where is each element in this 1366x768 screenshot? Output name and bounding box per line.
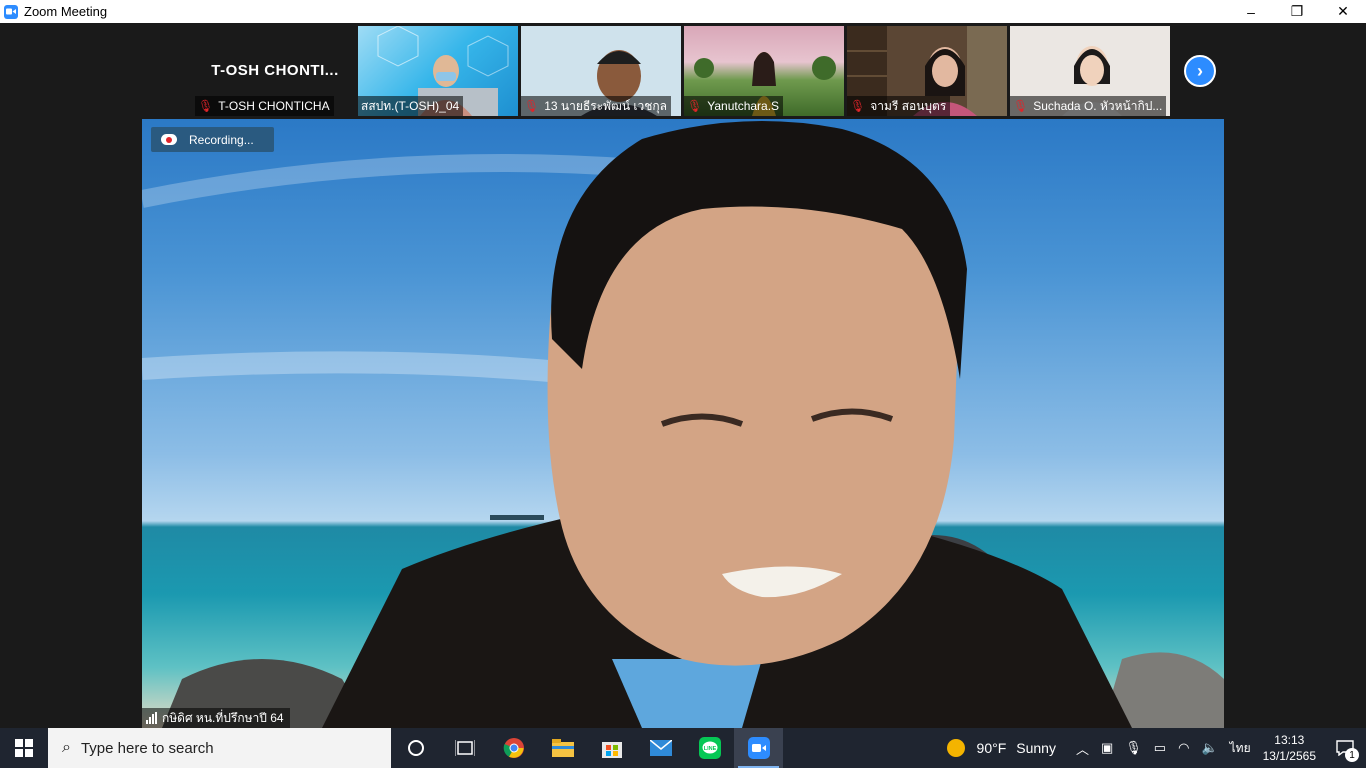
battery-icon[interactable]: ▭ [1154, 740, 1166, 756]
system-tray: 90°F Sunny ︿ ▣ 🎙 ▭ ◠ 🔈 ไทย 13:13 13/1/25… [946, 728, 1366, 768]
cloud-recording-indicator[interactable]: Recording... [151, 127, 274, 152]
show-hidden-icons-chevron-icon[interactable]: ︿ [1076, 739, 1089, 758]
svg-text:LINE: LINE [703, 746, 716, 752]
close-button[interactable]: ✕ [1320, 0, 1366, 23]
windows-taskbar: ⌕ Type here to search LINE 90°F Sunny ︿ … [0, 728, 1366, 768]
task-view-icon [454, 740, 475, 756]
mic-muted-icon: 🎙 [850, 99, 866, 113]
speaker-volume-icon[interactable]: 🔈 [1201, 740, 1217, 756]
speaker-name: กษิดิศ หน.ที่ปรึกษาปี 64 [162, 710, 284, 725]
cortana-icon [407, 740, 424, 756]
participant-tile[interactable]: 🎙 จามรี สอนบุตร [847, 26, 1007, 116]
participant-name: 13 นายธีระพัฒน์ เวชกุล [544, 98, 667, 113]
file-explorer-icon [551, 739, 574, 757]
search-icon: ⌕ [62, 739, 71, 756]
input-language[interactable]: ไทย [1230, 739, 1251, 758]
gallery-next-page-button[interactable]: › [1184, 55, 1216, 87]
mail-icon [649, 740, 672, 756]
participant-display-name: T-OSH CHONTI... [211, 62, 339, 79]
window-titlebar: Zoom Meeting – ❐ ✕ [0, 0, 1366, 23]
active-speaker-video[interactable]: Recording... กษิดิศ หน.ที่ปรึกษาปี 64 [142, 119, 1224, 728]
line-icon: LINE [698, 737, 721, 759]
mic-muted-icon: 🎙 [198, 99, 214, 113]
participant-label: 🎙 Suchada O. หัวหน้ากิป... [1010, 96, 1167, 116]
microsoft-store-taskbar-button[interactable] [587, 728, 636, 768]
recording-label: Recording... [189, 132, 254, 147]
restore-button[interactable]: ❐ [1274, 0, 1320, 23]
weather-widget[interactable]: 90°F Sunny [946, 739, 1056, 757]
participant-label: 🎙 13 นายธีระพัฒน์ เวชกุล [521, 96, 671, 116]
mic-muted-icon: 🎙 [1013, 99, 1029, 113]
clock-time: 13:13 [1274, 733, 1305, 747]
microsoft-store-icon [601, 742, 622, 758]
microphone-icon[interactable]: 🎙 [1125, 740, 1142, 756]
windows-logo-icon [15, 739, 33, 757]
weather-condition: Sunny [1016, 740, 1056, 756]
participant-tile[interactable]: 🎙 13 นายธีระพัฒน์ เวชกุล [521, 26, 681, 116]
weather-temp: 90°F [976, 740, 1007, 756]
cloud-record-icon [161, 134, 177, 145]
cortana-button[interactable] [391, 728, 440, 768]
minimize-button[interactable]: – [1228, 0, 1274, 23]
search-placeholder: Type here to search [80, 739, 214, 757]
speaker-name-tag: กษิดิศ หน.ที่ปรึกษาปี 64 [142, 708, 290, 728]
participant-label: 🎙 T-OSH CHONTICHA [195, 96, 334, 116]
window-controls: – ❐ ✕ [1228, 0, 1366, 23]
window-title: Zoom Meeting [24, 4, 108, 19]
participant-name: จามรี สอนบุตร [870, 98, 947, 113]
file-explorer-taskbar-button[interactable] [538, 728, 587, 768]
participant-tile[interactable]: 🎙 Yanutchara.S [684, 26, 844, 116]
meet-now-icon[interactable]: ▣ [1101, 740, 1113, 756]
zoom-app-icon [4, 4, 18, 19]
participant-name: สสปท.(T-OSH)_04 [361, 98, 460, 113]
participant-name: Yanutchara.S [707, 99, 780, 113]
line-taskbar-button[interactable]: LINE [685, 728, 734, 768]
task-view-button[interactable] [440, 728, 489, 768]
participant-tile[interactable]: T-OSH CHONTI... 🎙 T-OSH CHONTICHA [195, 26, 355, 116]
participant-label: 🎙 จามรี สอนบุตร [847, 96, 951, 116]
start-button[interactable] [0, 728, 48, 768]
chrome-icon [503, 738, 524, 758]
wifi-icon[interactable]: ◠ [1178, 740, 1189, 756]
taskbar-search-box[interactable]: ⌕ Type here to search [48, 728, 391, 768]
participant-name: Suchada O. หัวหน้ากิป... [1033, 98, 1163, 113]
participant-tile[interactable]: สสปท.(T-OSH)_04 [358, 26, 518, 116]
chrome-taskbar-button[interactable] [489, 728, 538, 768]
action-center-button[interactable]: 1 [1330, 740, 1360, 762]
participant-label: สสปท.(T-OSH)_04 [358, 96, 464, 116]
participant-label: 🎙 Yanutchara.S [684, 96, 784, 116]
mic-muted-icon: 🎙 [524, 99, 540, 113]
speaker-video-feed [142, 121, 1224, 728]
notification-count-badge: 1 [1345, 748, 1359, 762]
mail-taskbar-button[interactable] [636, 728, 685, 768]
sunny-icon [946, 739, 965, 757]
participant-tile[interactable]: 🎙 Suchada O. หัวหน้ากิป... [1010, 26, 1170, 116]
taskbar-clock[interactable]: 13:13 13/1/2565 [1263, 732, 1316, 764]
connection-signal-icon [146, 712, 157, 724]
clock-date: 13/1/2565 [1262, 749, 1316, 763]
zoom-taskbar-button[interactable] [734, 728, 783, 768]
mic-muted-icon: 🎙 [687, 99, 703, 113]
gallery-strip: T-OSH CHONTI... 🎙 T-OSH CHONTICHA สสปท.(… [195, 26, 1170, 116]
chevron-right-icon: › [1197, 60, 1203, 81]
participant-name: T-OSH CHONTICHA [218, 99, 330, 113]
zoom-icon [747, 737, 770, 759]
